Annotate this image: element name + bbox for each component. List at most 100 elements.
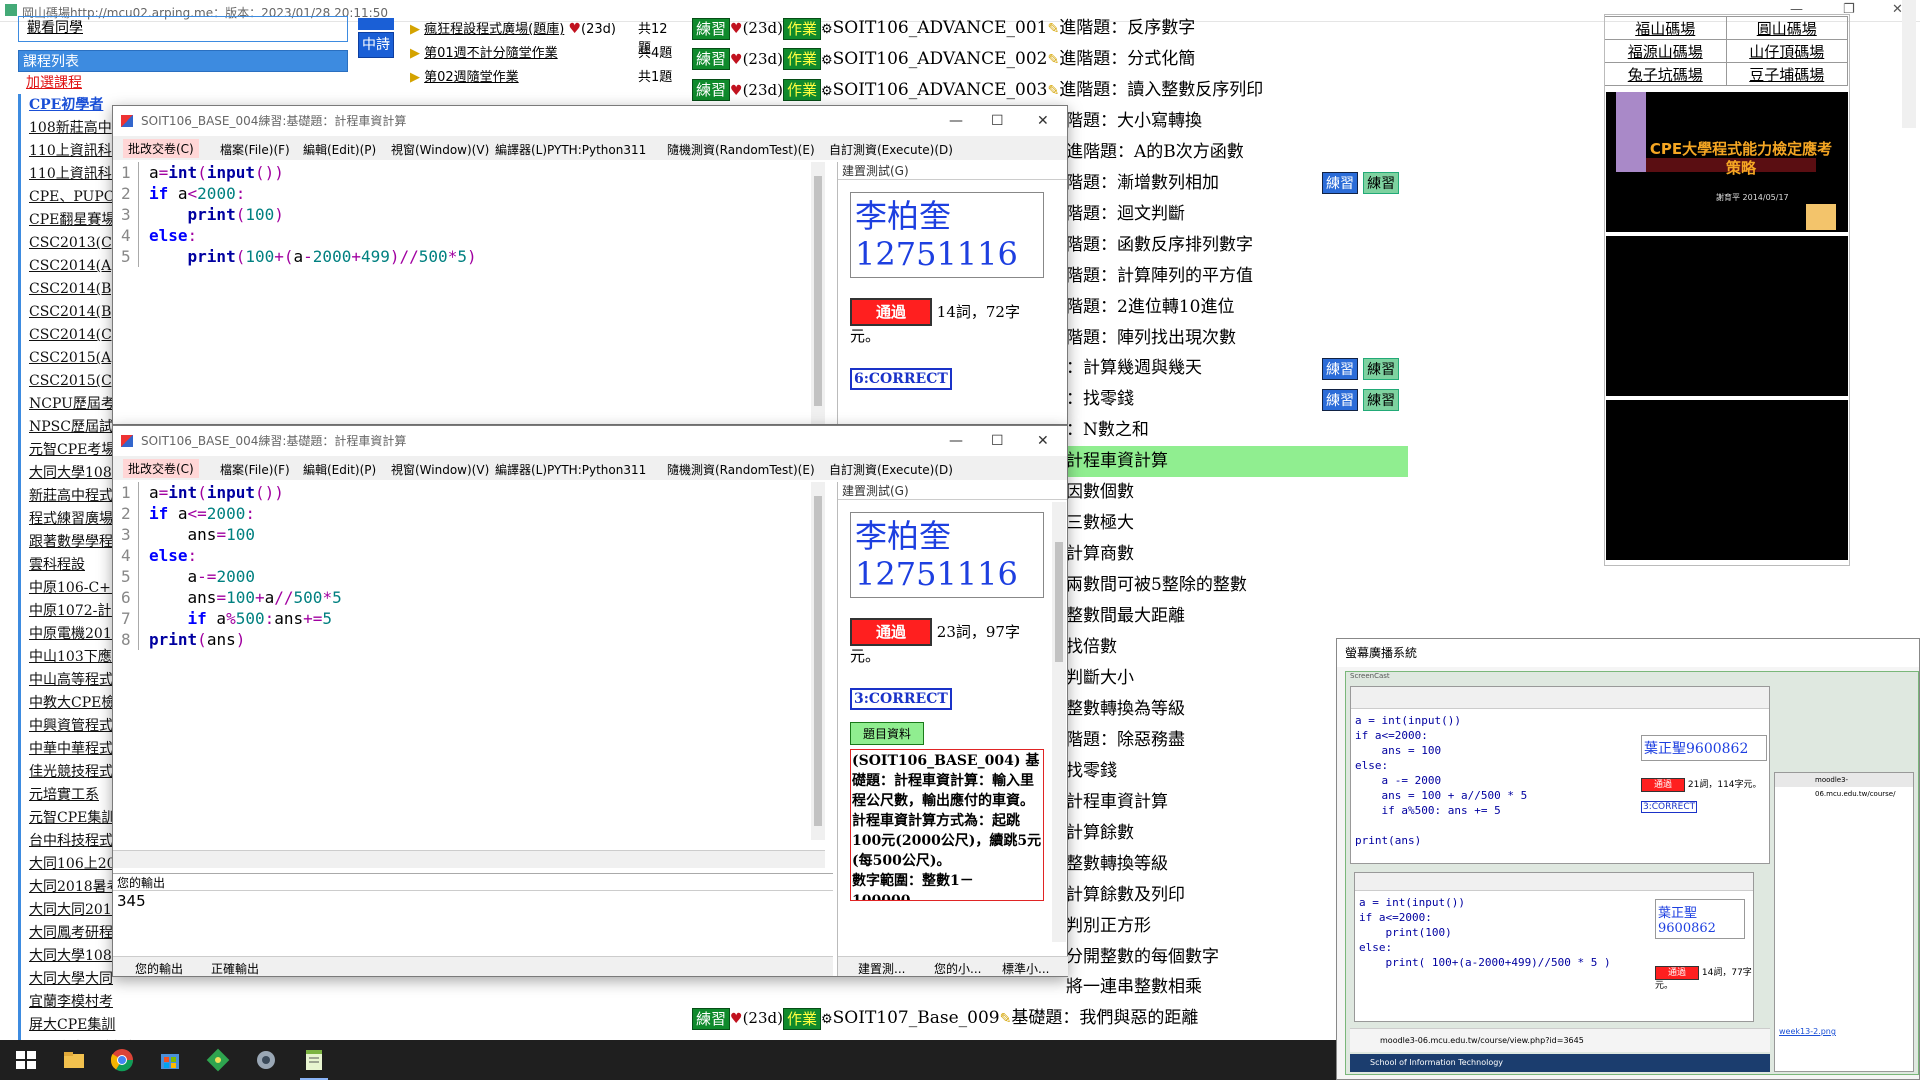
menu-window[interactable]: 視窗(Window)(V) [391, 461, 489, 478]
exercise-desc[interactable]: 階題：漸增數列相加 [1066, 173, 1219, 193]
code-text[interactable]: else: [149, 546, 197, 565]
exercise-desc[interactable]: 找零錢 [1066, 761, 1117, 781]
sidebar-course-item[interactable]: 屏大CPE集訓 [18, 1014, 348, 1037]
assignment-group-row[interactable]: ▶ 第02週隨堂作業 共1題 [410, 66, 680, 90]
exercise-desc[interactable]: 計算商數 [1066, 544, 1134, 564]
menu-compiler[interactable]: 編譯器(L)PYTH:Python311 [495, 461, 646, 478]
chrome-icon[interactable] [110, 1048, 134, 1072]
problem-data-button[interactable]: 題目資料 [850, 722, 925, 745]
tab-correct-output[interactable]: 正確輸出 [211, 960, 259, 977]
store-icon[interactable] [158, 1048, 182, 1072]
code-text[interactable]: ans=100 [149, 525, 255, 544]
menu-random-test[interactable]: 隨機測資(RandomTest)(E) [667, 461, 815, 478]
code-text[interactable]: if a%500:ans+=5 [149, 609, 333, 628]
chinese-poem-button[interactable]: 中詩 [358, 32, 394, 58]
exercise-desc[interactable]: 兩數間可被5整除的整數 [1066, 575, 1247, 595]
exercise-row[interactable]: 將一連串整數相乘 [692, 972, 1398, 1003]
code-text[interactable]: if a<2000: [149, 184, 245, 203]
menu-submit[interactable]: 批改交卷(C) [123, 139, 199, 158]
tab-your-output[interactable]: 您的輸出 [135, 960, 183, 977]
code-lines[interactable]: 1 a=int(input()) 2 if a<2000: 3 print(100) 4 e… [113, 162, 811, 267]
code-line[interactable]: 8 print(ans) [113, 629, 811, 650]
editor-hscrollbar[interactable] [113, 850, 825, 868]
code-text[interactable]: a-=2000 [149, 567, 255, 586]
code-lines[interactable]: 1 a=int(input()) 2 if a<=2000: 3 ans=100 4 els… [113, 482, 811, 650]
exercise-desc[interactable]: 三數極大 [1066, 513, 1134, 533]
practice-chip-2[interactable]: 練習 [1363, 172, 1400, 194]
code-line[interactable]: 2 if a<=2000: [113, 503, 811, 524]
homework-tag[interactable]: 作業 [782, 79, 821, 102]
exercise-row[interactable]: 練習 ♥(23d) 作業 ⚙SOIT106_ADVANCE_001✎進階題：反序數字 [692, 13, 1398, 44]
code-line[interactable]: 2 if a<2000: [113, 183, 811, 204]
group-title[interactable]: 第02週隨堂作業 [424, 70, 519, 85]
panel-scrollbar[interactable] [1052, 502, 1066, 942]
practice-chip-2[interactable]: 練習 [1363, 389, 1400, 411]
exercise-desc[interactable]: 計程車資計算 [1066, 451, 1168, 471]
scroll-thumb[interactable] [1055, 542, 1063, 662]
tab-your-small[interactable]: 您的小... [934, 960, 981, 977]
exercise-desc[interactable]: 判別正方形 [1066, 916, 1151, 936]
scroll-thumb[interactable] [814, 176, 822, 406]
exercise-desc[interactable]: 基礎題：我們與惡的距離 [1011, 1008, 1198, 1028]
group-title[interactable]: 第01週不計分隨堂作業 [424, 46, 558, 61]
code-editor[interactable]: 1 a=int(input()) 2 if a<=2000: 3 ans=100 4 els… [113, 482, 811, 840]
notepad-icon[interactable] [302, 1048, 326, 1072]
exercise-id[interactable]: SOIT106_ADVANCE_003 [833, 80, 1048, 100]
code-line[interactable]: 1 a=int(input()) [113, 482, 811, 503]
code-line[interactable]: 7 if a%500:ans+=5 [113, 608, 811, 629]
menu-window[interactable]: 視窗(Window)(V) [391, 141, 489, 158]
exercise-desc[interactable]: 進階題：A的B次方函數 [1066, 142, 1244, 162]
exercise-desc[interactable]: 階題：陣列找出現次數 [1066, 328, 1236, 348]
menu-submit[interactable]: 批改交卷(C) [123, 459, 199, 478]
exercise-desc[interactable]: 判斷大小 [1066, 668, 1134, 688]
exercise-desc[interactable]: 階題：除惡務盡 [1066, 730, 1185, 750]
code-text[interactable]: print(ans) [149, 630, 245, 649]
tab-standard-small[interactable]: 標準小... [1002, 960, 1049, 977]
exercise-desc[interactable]: 找倍數 [1066, 637, 1117, 657]
code-text[interactable]: ans=100+a//500*5 [149, 588, 342, 607]
close-icon[interactable]: ✕ [1037, 106, 1049, 136]
exercise-desc[interactable]: 階題：計算陣列的平方值 [1066, 266, 1253, 286]
tab-build-test[interactable]: 建置測... [858, 960, 905, 977]
exercise-desc[interactable]: 計算餘數及列印 [1066, 885, 1185, 905]
exercise-desc[interactable]: 計算餘數 [1066, 823, 1134, 843]
code-line[interactable]: 5 a-=2000 [113, 566, 811, 587]
practice-chip[interactable]: 練習 [1322, 172, 1358, 194]
exercise-desc[interactable]: 階題：大小寫轉換 [1066, 111, 1202, 131]
exercise-desc[interactable]: 因數個數 [1066, 482, 1134, 502]
code-text[interactable]: print(100+(a-2000+499)//500*5) [149, 247, 477, 266]
exercise-desc[interactable]: 整數轉換為等級 [1066, 699, 1185, 719]
editor-scrollbar[interactable] [811, 482, 825, 840]
menu-edit[interactable]: 編輯(Edit)(P) [303, 141, 376, 158]
exercise-id[interactable]: SOIT106_ADVANCE_002 [833, 49, 1048, 69]
exercise-row[interactable]: 練習 ♥(23d) 作業 ⚙SOIT107_Base_009✎基礎題：我們與惡的距離 [692, 1003, 1198, 1034]
menu-edit[interactable]: 編輯(Edit)(P) [303, 461, 376, 478]
menu-execute[interactable]: 自訂測資(Execute)(D) [829, 141, 953, 158]
scroll-thumb[interactable] [814, 496, 822, 826]
exercise-row[interactable]: 練習 ♥(23d) 作業 ⚙SOIT106_ADVANCE_002✎進階題：分式化簡 [692, 44, 1398, 75]
maximize-icon[interactable]: ☐ [991, 106, 1004, 136]
tool-icon[interactable] [254, 1048, 278, 1072]
exercise-desc[interactable]: ：找零錢 [1066, 389, 1134, 409]
exercise-desc[interactable]: ：計算幾週與幾天 [1066, 358, 1202, 378]
exercise-id[interactable]: SOIT106_ADVANCE_001 [833, 18, 1048, 38]
menu-execute[interactable]: 自訂測資(Execute)(D) [829, 461, 953, 478]
exercise-desc[interactable]: 階題：迴文判斷 [1066, 204, 1185, 224]
maximize-icon[interactable]: ☐ [991, 426, 1004, 456]
homework-tag[interactable]: 作業 [782, 48, 821, 71]
exercise-desc[interactable]: 階題：函數反序排列數字 [1066, 235, 1253, 255]
editor-scrollbar[interactable] [811, 162, 825, 424]
add-course-link[interactable]: 加選課程 [18, 72, 348, 94]
practice-tag[interactable]: 練習 [692, 48, 731, 71]
close-icon[interactable]: ✕ [1037, 426, 1049, 456]
minimize-icon[interactable]: — [949, 106, 963, 136]
file-explorer-icon[interactable] [62, 1048, 86, 1072]
sidebar-course-item[interactable]: 宜蘭李模村考 [18, 991, 348, 1014]
homework-tag[interactable]: 作業 [782, 1007, 821, 1030]
code-editor[interactable]: 1 a=int(input()) 2 if a<2000: 3 print(100) 4 e… [113, 162, 811, 424]
code-line[interactable]: 5 print(100+(a-2000+499)//500*5) [113, 246, 811, 267]
exercise-desc[interactable]: 進階題：分式化簡 [1059, 49, 1195, 69]
page-scrollbar[interactable] [1902, 0, 1916, 128]
code-line[interactable]: 3 ans=100 [113, 524, 811, 545]
git-icon[interactable] [206, 1048, 230, 1072]
